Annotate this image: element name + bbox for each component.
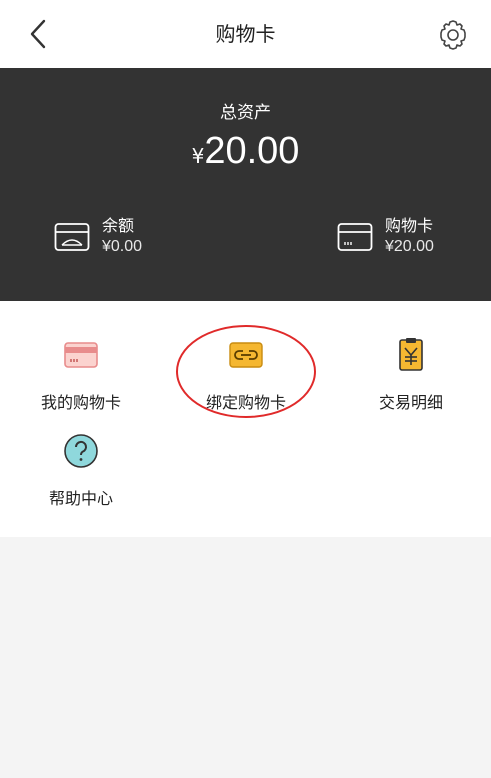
pink-card-icon — [64, 342, 98, 368]
total-assets-label: 总资产 — [220, 103, 271, 123]
top-bar: 购物卡 — [0, 0, 491, 68]
shopping-card-value: ¥20.00 — [385, 238, 434, 255]
chevron-left-icon — [30, 19, 46, 49]
gear-icon — [440, 20, 466, 50]
balance-title: 余额 — [102, 216, 135, 235]
link-card-icon — [229, 342, 263, 368]
total-assets-value: 20.00 — [204, 130, 300, 172]
balance-entry[interactable]: 余额 ¥0.00 — [54, 216, 204, 266]
menu-grid: 我的购物卡 绑定购物卡 交易明细 帮助中心 — [0, 301, 491, 537]
menu-item-label: 我的购物卡 — [40, 393, 121, 412]
card-icon — [337, 223, 373, 251]
back-button[interactable] — [22, 16, 58, 52]
menu-item-help-center[interactable]: 帮助中心 — [16, 433, 146, 513]
menu-item-my-cards[interactable]: 我的购物卡 — [16, 337, 146, 417]
menu-item-label: 帮助中心 — [48, 489, 113, 508]
menu-item-bind-card[interactable]: 绑定购物卡 — [181, 337, 311, 417]
asset-summary-panel: 总资产 ¥20.00 余额 ¥0.00 购物卡 ¥20.00 — [0, 68, 491, 301]
menu-item-label: 交易明细 — [378, 393, 443, 412]
question-icon — [64, 434, 98, 468]
menu-item-label: 绑定购物卡 — [205, 393, 286, 412]
settings-button[interactable] — [436, 18, 470, 52]
menu-item-transactions[interactable]: 交易明细 — [346, 337, 476, 417]
wallet-card-icon — [54, 223, 90, 251]
shopping-card-entry[interactable]: 购物卡 ¥20.00 — [337, 216, 467, 266]
total-assets-amount: ¥20.00 — [0, 130, 491, 173]
balance-value: ¥0.00 — [102, 238, 143, 255]
yen-receipt-icon — [399, 338, 423, 371]
shopping-card-title: 购物卡 — [385, 216, 434, 235]
page-title: 购物卡 — [215, 22, 276, 46]
currency-symbol: ¥ — [191, 144, 205, 168]
